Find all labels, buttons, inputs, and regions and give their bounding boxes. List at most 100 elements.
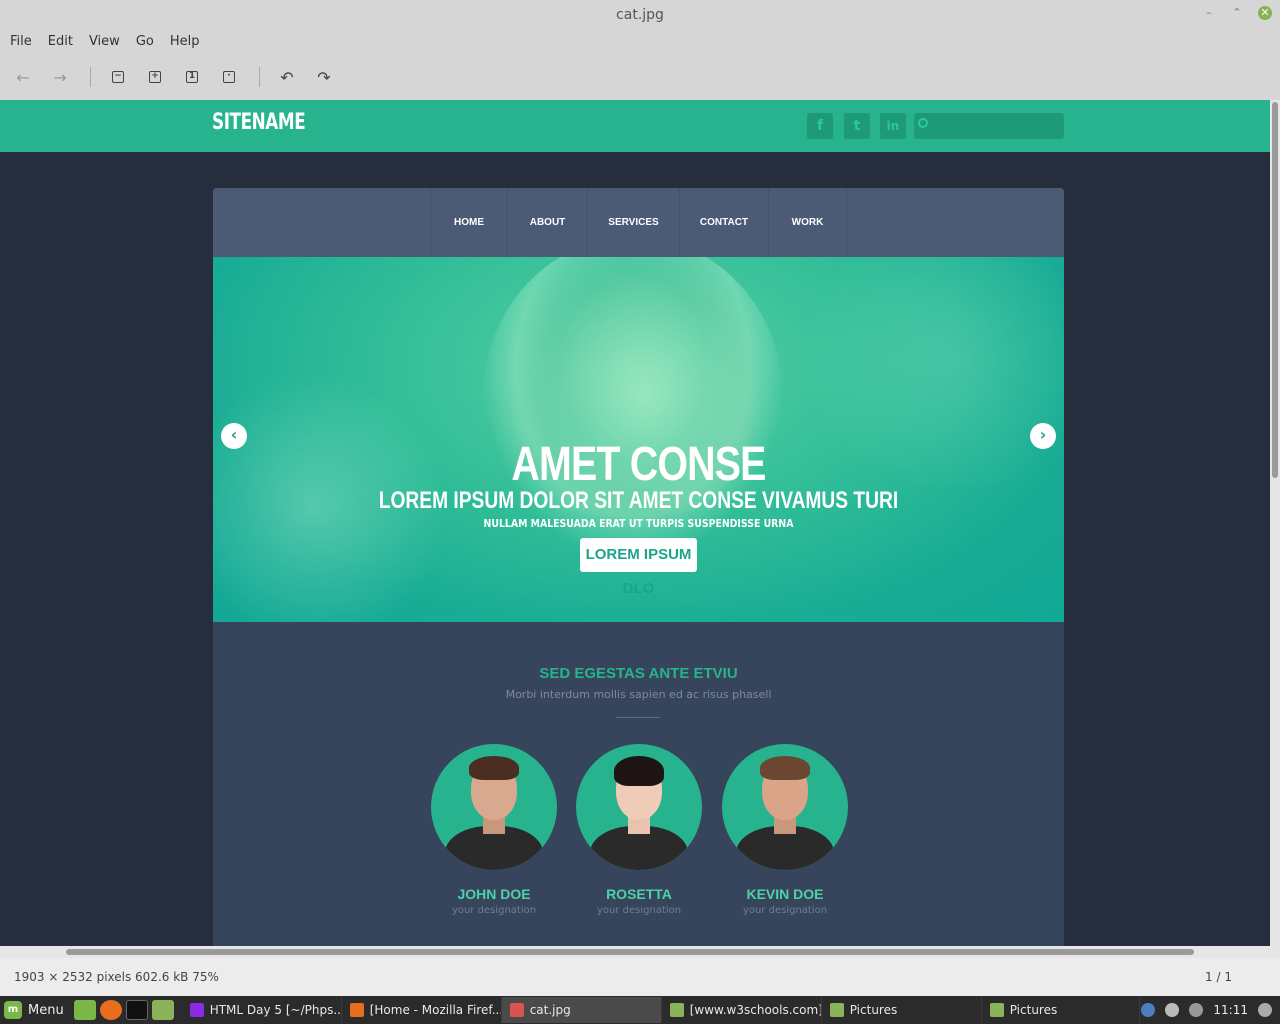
clock[interactable]: 11:11 [1213, 1003, 1248, 1017]
zoom-out-button[interactable]: − [105, 64, 131, 90]
avatar [722, 744, 848, 870]
team-heading: SED EGESTAS ANTE ETVIU [539, 665, 738, 682]
member-name: JOHN DOE [457, 886, 531, 902]
folder-icon [829, 1003, 844, 1017]
volume-icon[interactable] [1258, 1003, 1272, 1017]
site-nav-home: HOME [431, 188, 508, 257]
system-tray: 11:11 [1141, 1003, 1280, 1017]
member-name: ROSETTA [606, 886, 672, 902]
close-icon[interactable]: ✕ [1258, 6, 1272, 20]
linkedin-icon: in [880, 113, 906, 139]
menu-bar: File Edit View Go Help [0, 30, 1280, 54]
site-content-card: HOME ABOUT SERVICES CONTACT WORK ‹ › AME… [213, 188, 1064, 946]
team-member: ROSETTA your designation [576, 744, 702, 916]
team-member: JOHN DOE your designation [431, 744, 557, 916]
hero-title: AMET CONSE [511, 438, 766, 491]
taskbar: m Menu HTML Day 5 [~/Phps... [Home - Moz… [0, 996, 1280, 1024]
task-label: Pictures [849, 1003, 898, 1017]
site-search-box [914, 113, 1064, 139]
avatar-hair [614, 756, 664, 786]
window-controls: – ⌃ ✕ [1202, 6, 1272, 20]
status-bar: 1903 × 2532 pixels 602.6 kB 75% 1 / 1 [0, 958, 1280, 996]
toolbar: ← → − + 1 · ↶ ↷ [0, 54, 1280, 100]
twitter-icon: t [844, 113, 870, 139]
rotate-right-button[interactable]: ↷ [311, 64, 337, 90]
rotate-right-icon: ↷ [317, 67, 331, 87]
site-nav-work: WORK [769, 188, 847, 257]
task-label: HTML Day 5 [~/Phps... [209, 1003, 342, 1017]
avatar [576, 744, 702, 870]
team-divider [616, 717, 660, 718]
task-firefox[interactable]: [Home - Mozilla Firef... [342, 997, 502, 1023]
phpstorm-icon [189, 1003, 204, 1017]
task-label: [www.w3schools.com] [689, 1003, 822, 1017]
window-titlebar: cat.jpg – ⌃ ✕ [0, 0, 1280, 30]
terminal-icon[interactable] [125, 1000, 148, 1020]
horizontal-scroll-thumb[interactable] [66, 949, 1194, 955]
image-viewer-icon [509, 1003, 524, 1017]
maximize-icon[interactable]: ⌃ [1230, 6, 1244, 20]
arrow-right-icon: → [53, 67, 67, 87]
user-icon[interactable] [1165, 1003, 1180, 1017]
site-nav-about: ABOUT [508, 188, 588, 257]
task-label: cat.jpg [529, 1003, 571, 1017]
task-folder[interactable]: Pictures [982, 997, 1140, 1023]
folder-icon [669, 1003, 684, 1017]
menu-help[interactable]: Help [162, 30, 208, 54]
firefox-icon [349, 1003, 364, 1017]
horizontal-scrollbar[interactable] [0, 946, 1280, 958]
folder-icon [989, 1003, 1004, 1017]
start-menu-button[interactable]: m Menu [0, 1001, 72, 1019]
forward-button[interactable]: → [47, 64, 73, 90]
menu-file[interactable]: File [2, 30, 40, 54]
image-info: 1903 × 2532 pixels 602.6 kB 75% [14, 970, 219, 984]
zoom-in-button[interactable]: + [142, 64, 168, 90]
vertical-scrollbar[interactable] [1270, 100, 1280, 946]
task-folder[interactable]: [www.w3schools.com] [662, 997, 822, 1023]
search-icon [918, 118, 928, 128]
menu-view[interactable]: View [81, 30, 128, 54]
member-role: your designation [742, 905, 828, 916]
network-icon[interactable] [1189, 1003, 1204, 1017]
member-role: your designation [451, 905, 537, 916]
avatar-hair [760, 756, 810, 780]
task-label: Pictures [1009, 1003, 1058, 1017]
show-desktop-icon[interactable] [73, 1000, 96, 1020]
shield-icon[interactable] [1141, 1003, 1156, 1017]
next-slide-icon: › [1030, 423, 1056, 449]
firefox-icon[interactable] [99, 1000, 122, 1020]
site-nav-services: SERVICES [588, 188, 680, 257]
member-role: your designation [596, 905, 682, 916]
site-header: SITENAME f t in [0, 100, 1270, 152]
prev-slide-icon: ‹ [221, 423, 247, 449]
page-counter: 1 / 1 [1205, 970, 1232, 984]
files-icon[interactable] [151, 1000, 174, 1020]
avatar [431, 744, 557, 870]
hero-tagline: NULLAM MALESUADA ERAT UT TURPIS SUSPENDI… [483, 517, 794, 530]
member-name: KEVIN DOE [746, 886, 824, 902]
zoom-fit-button[interactable]: · [216, 64, 242, 90]
facebook-icon: f [807, 113, 833, 139]
minimize-icon[interactable]: – [1202, 6, 1216, 20]
zoom-normal-icon: 1 [186, 71, 198, 83]
start-menu-label: Menu [28, 1002, 64, 1018]
team-member: KEVIN DOE your designation [722, 744, 848, 916]
menu-go[interactable]: Go [128, 30, 162, 54]
window-title: cat.jpg [616, 7, 664, 23]
zoom-out-icon: − [112, 71, 124, 83]
task-folder[interactable]: Pictures [822, 997, 982, 1023]
hero-subtitle: LOREM IPSUM DOLOR SIT AMET CONSE VIVAMUS… [378, 487, 899, 514]
hero-cta-button: LOREM IPSUM DLO [580, 538, 697, 597]
menu-edit[interactable]: Edit [40, 30, 81, 54]
task-phpstorm[interactable]: HTML Day 5 [~/Phps... [182, 997, 342, 1023]
zoom-normal-button[interactable]: 1 [179, 64, 205, 90]
vertical-scroll-thumb[interactable] [1272, 102, 1278, 478]
task-image-viewer[interactable]: cat.jpg [501, 997, 662, 1023]
back-button[interactable]: ← [10, 64, 36, 90]
rotate-left-button[interactable]: ↶ [274, 64, 300, 90]
site-nav-contact: CONTACT [680, 188, 769, 257]
image-viewport[interactable]: SITENAME f t in HOME ABOUT SERVICES CONT… [0, 100, 1270, 946]
team-subheading: Morbi interdum mollis sapien ed ac risus… [505, 688, 772, 701]
zoom-fit-icon: · [223, 71, 235, 83]
mint-logo-icon: m [4, 1001, 22, 1019]
